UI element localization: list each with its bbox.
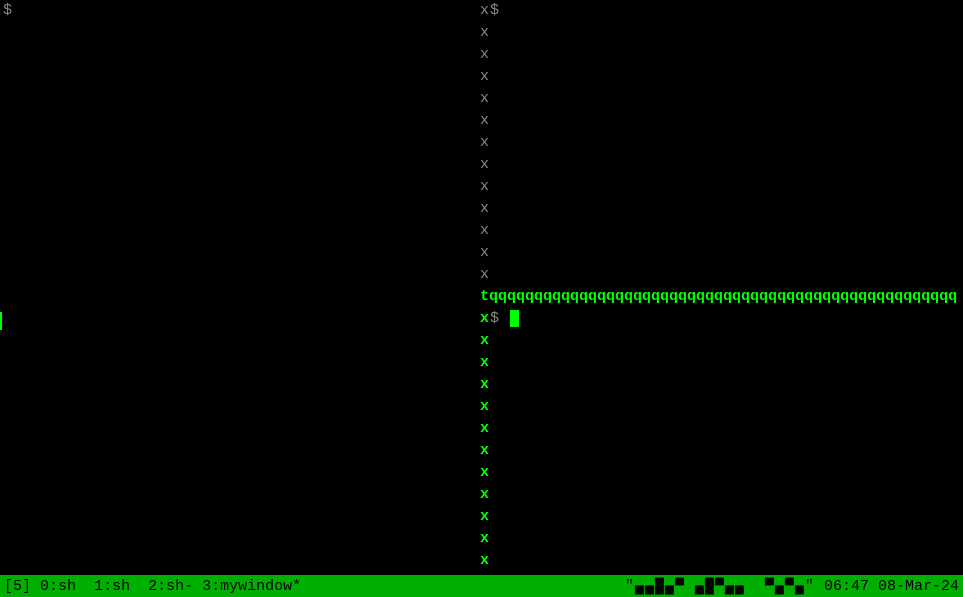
time: 06:47 — [824, 578, 869, 595]
left-pane[interactable]: $ — [0, 0, 480, 575]
terminal-area[interactable]: $ x x x x x x x x x x x x x x x x x x x … — [0, 0, 963, 575]
right-top-pane[interactable]: $ — [490, 2, 499, 19]
hostname: "▄▄█▄▀ ▄█▀▄▄ ▀▄▀▄" — [625, 578, 815, 595]
window-2[interactable]: 2:sh- — [148, 578, 193, 595]
horizontal-border-line: qqqqqqqqqqqqqqqqqqqqqqqqqqqqqqqqqqqqqqqq… — [489, 288, 957, 305]
prompt-right-top: $ — [490, 2, 499, 19]
prompt-left: $ — [3, 2, 12, 19]
right-bottom-pane[interactable]: $ — [490, 310, 519, 327]
window-0[interactable]: 0:sh — [40, 578, 76, 595]
window-1[interactable]: 1:sh — [94, 578, 130, 595]
window-3[interactable]: 3:mywindow* — [202, 578, 301, 595]
left-edge-indicator — [0, 312, 2, 330]
status-bar: [5] 0:sh 1:sh 2:sh- 3:mywindow* "▄▄█▄▀ ▄… — [0, 575, 963, 597]
pane-border-horizontal: tqqqqqqqqqqqqqqqqqqqqqqqqqqqqqqqqqqqqqqq… — [480, 288, 963, 305]
prompt-right-bottom: $ — [490, 310, 499, 327]
status-right: "▄▄█▄▀ ▄█▀▄▄ ▀▄▀▄" 06:47 08-Mar-24 — [625, 578, 959, 595]
status-windows: [5] 0:sh 1:sh 2:sh- 3:mywindow* — [4, 578, 625, 595]
date: 08-Mar-24 — [878, 578, 959, 595]
cursor — [510, 310, 519, 327]
